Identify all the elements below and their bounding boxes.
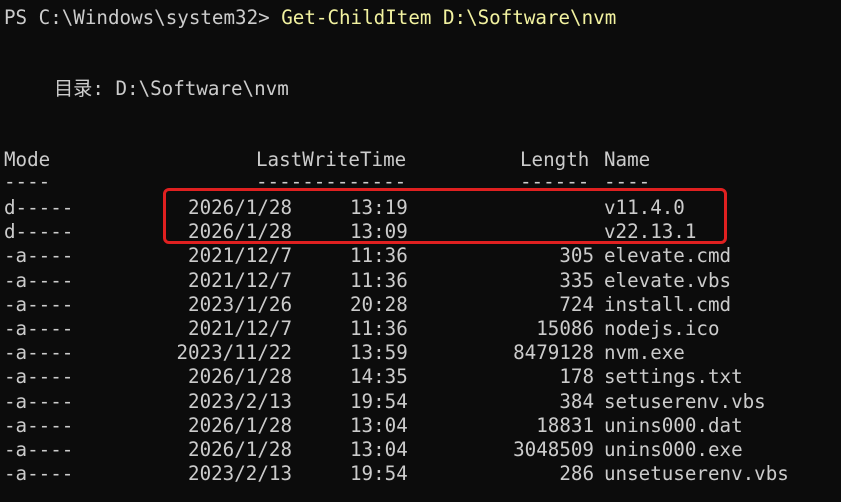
header-last-write-time: LastWriteTime	[256, 148, 407, 171]
prompt: PS C:\Windows\system32>	[4, 6, 282, 29]
row-date: 2026/1/28	[188, 413, 292, 437]
row-date: 2023/2/13	[188, 462, 292, 486]
row-mode: -a----	[4, 413, 74, 437]
highlight-box	[163, 188, 727, 244]
row-time: 11:36	[350, 268, 408, 292]
row-name: nodejs.ico	[604, 317, 720, 340]
row-mode: -a----	[4, 389, 74, 413]
row-date: 2023/2/13	[188, 389, 292, 413]
row-name: setuserenv.vbs	[604, 389, 766, 413]
row-date: 2026/1/28	[188, 365, 292, 389]
prompt-line: PS C:\Windows\system32> Get-ChildItem D:…	[4, 6, 616, 30]
row-name: unins000.dat	[604, 413, 743, 437]
directory-line: 目录: D:\Software\nvm	[54, 77, 289, 100]
row-time: 13:04	[350, 413, 408, 437]
row-length: 305	[559, 244, 594, 268]
row-name: unsetuserenv.vbs	[604, 462, 789, 486]
header-length: Length	[520, 148, 590, 171]
row-mode: -a----	[4, 438, 74, 461]
row-mode: -a----	[4, 292, 74, 316]
row-time: 13:04	[350, 438, 408, 461]
row-time: 19:54	[350, 462, 408, 486]
table-header: Mode LastWriteTime Length Name	[4, 148, 650, 172]
row-mode: -a----	[4, 244, 74, 268]
row-date: 2026/1/28	[188, 438, 292, 461]
row-name: elevate.cmd	[604, 244, 732, 268]
row-length: 724	[559, 292, 594, 316]
row-length: 384	[559, 389, 594, 413]
header-mode: Mode	[4, 148, 51, 171]
separator-mode: ----	[4, 170, 51, 193]
row-time: 13:59	[350, 341, 408, 365]
row-time: 11:36	[350, 244, 408, 268]
table-separator: ---- ------------- ------ ----	[4, 170, 650, 194]
row-name: unins000.exe	[604, 438, 743, 461]
row-name: elevate.vbs	[604, 268, 732, 292]
row-mode: -a----	[4, 462, 74, 486]
row-length: 3048509	[513, 438, 594, 461]
header-name: Name	[604, 148, 651, 171]
row-time: 11:36	[350, 317, 408, 340]
row-date: 2023/11/22	[176, 341, 292, 365]
row-time: 14:35	[350, 365, 408, 389]
row-date: 2021/12/7	[188, 244, 292, 268]
row-date: 2023/1/26	[188, 292, 292, 316]
row-time: 19:54	[350, 389, 408, 413]
command-text: Get-ChildItem D:\Software\nvm	[281, 6, 617, 29]
row-name: install.cmd	[604, 292, 732, 316]
row-name: settings.txt	[604, 365, 743, 389]
row-name: nvm.exe	[604, 341, 685, 365]
row-mode: -a----	[4, 365, 74, 389]
row-length: 335	[559, 268, 594, 292]
powershell-console[interactable]: PS C:\Windows\system32> Get-ChildItem D:…	[0, 0, 841, 502]
row-date: 2021/12/7	[188, 268, 292, 292]
row-length: 178	[559, 365, 594, 389]
row-mode: -a----	[4, 341, 74, 365]
row-mode: -a----	[4, 268, 74, 292]
row-mode: d-----	[4, 196, 74, 219]
row-length: 8479128	[513, 341, 594, 365]
row-length: 18831	[536, 413, 594, 437]
row-time: 20:28	[350, 292, 408, 316]
row-length: 15086	[536, 317, 594, 340]
row-mode: d-----	[4, 220, 74, 244]
row-date: 2021/12/7	[188, 317, 292, 340]
row-length: 286	[559, 462, 594, 486]
row-mode: -a----	[4, 317, 74, 340]
